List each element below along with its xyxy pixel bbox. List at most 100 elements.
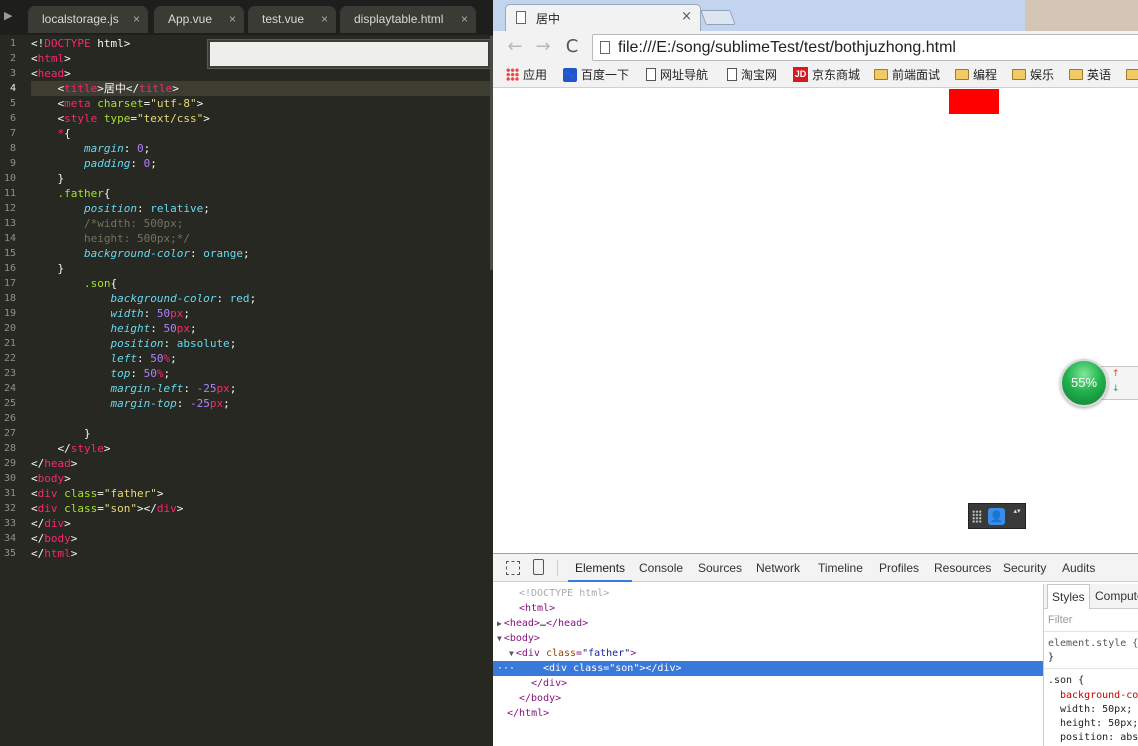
code-line[interactable]: } bbox=[31, 261, 493, 276]
code-line[interactable]: <div class="son"></div> bbox=[31, 501, 493, 516]
chevron-up-down-icon[interactable]: ▴▾ bbox=[1012, 506, 1022, 516]
close-icon[interactable]: × bbox=[461, 6, 468, 33]
code-line[interactable]: width: 50px; bbox=[31, 306, 493, 321]
devtools-tab-audits[interactable]: Audits bbox=[1062, 554, 1095, 582]
dom-node[interactable]: ▼ <div class="father"> bbox=[493, 646, 1043, 661]
devtools-tab-resources[interactable]: Resources bbox=[934, 554, 991, 582]
bookmark-taobao[interactable]: 淘宝网 bbox=[727, 66, 777, 85]
code-line[interactable]: </head> bbox=[31, 456, 493, 471]
new-tab-button[interactable] bbox=[700, 10, 736, 25]
code-line[interactable]: height: 500px;*/ bbox=[31, 231, 493, 246]
devtools-tab-network[interactable]: Network bbox=[756, 554, 800, 582]
bookmark-folder-more[interactable] bbox=[1126, 66, 1138, 85]
style-property[interactable]: width: 50px; bbox=[1060, 704, 1132, 715]
reload-icon[interactable]: C bbox=[560, 35, 584, 59]
code-line[interactable]: .son{ bbox=[31, 276, 493, 291]
code-line[interactable]: </html> bbox=[31, 546, 493, 561]
devtools-tab-elements[interactable]: Elements bbox=[568, 554, 633, 582]
url-input[interactable] bbox=[618, 37, 1138, 59]
input-method-bar[interactable]: 👤 ▴▾ bbox=[968, 503, 1026, 529]
page-viewport[interactable]: 55% ↑ ↓ 👤 ▴▾ bbox=[493, 89, 1138, 553]
style-property[interactable]: background-color: red; bbox=[1060, 690, 1138, 701]
dom-node[interactable]: </html> bbox=[493, 706, 1043, 721]
minimap-viewport[interactable] bbox=[210, 42, 488, 66]
back-arrow-icon[interactable]: ← bbox=[503, 35, 527, 59]
code-line[interactable]: <body> bbox=[31, 471, 493, 486]
network-speed-widget[interactable]: 55% ↑ ↓ bbox=[1060, 359, 1138, 407]
code-line[interactable]: *{ bbox=[31, 126, 493, 141]
dom-node[interactable]: </body> bbox=[493, 691, 1043, 706]
style-property[interactable]: height: 50px; bbox=[1060, 718, 1138, 729]
bookmark-url-nav[interactable]: 网址导航 bbox=[646, 66, 708, 85]
device-mode-icon[interactable] bbox=[533, 559, 544, 575]
close-icon[interactable]: × bbox=[321, 6, 328, 33]
styles-tab[interactable]: Styles bbox=[1047, 584, 1090, 609]
dom-node[interactable]: <html> bbox=[493, 601, 1043, 616]
dom-node[interactable]: ▶ <head>…</head> bbox=[493, 616, 1043, 631]
son-rule-selector[interactable]: .son { bbox=[1048, 675, 1084, 686]
code-line[interactable]: /*width: 500px; bbox=[31, 216, 493, 231]
devtools-tab-timeline[interactable]: Timeline bbox=[818, 554, 863, 582]
minimap[interactable] bbox=[207, 39, 491, 69]
bookmark-folder-programming[interactable]: 编程 bbox=[955, 66, 997, 85]
code-line[interactable]: <title>居中</title> bbox=[31, 81, 493, 96]
code-line[interactable]: left: 50%; bbox=[31, 351, 493, 366]
code-line[interactable]: background-color: orange; bbox=[31, 246, 493, 261]
element-style-rule[interactable]: element.style { bbox=[1048, 638, 1138, 649]
code-line[interactable]: </body> bbox=[31, 531, 493, 546]
dom-node[interactable]: ▼ <body> bbox=[493, 631, 1043, 646]
speed-percent-ball[interactable]: 55% bbox=[1060, 359, 1108, 407]
editor-tab-app-vue[interactable]: App.vue × bbox=[154, 6, 244, 33]
code-line[interactable]: position: absolute; bbox=[31, 336, 493, 351]
expand-triangle-icon[interactable]: ▶ bbox=[497, 619, 502, 628]
close-tab-icon[interactable]: × bbox=[681, 9, 692, 24]
styles-filter-input[interactable]: Filter bbox=[1048, 614, 1072, 626]
collapse-triangle-icon[interactable]: ▼ bbox=[509, 649, 514, 658]
code-line[interactable]: </div> bbox=[31, 516, 493, 531]
code-line[interactable]: margin: 0; bbox=[31, 141, 493, 156]
devtools-tab-sources[interactable]: Sources bbox=[698, 554, 742, 582]
devtools-tab-profiles[interactable]: Profiles bbox=[879, 554, 919, 582]
code-line[interactable] bbox=[31, 411, 493, 426]
code-line[interactable]: </style> bbox=[31, 441, 493, 456]
code-area[interactable]: <!DOCTYPE html> <html> <head> <title>居中</t… bbox=[31, 36, 493, 561]
close-icon[interactable]: × bbox=[229, 6, 236, 33]
more-options-icon[interactable]: ··· bbox=[497, 661, 515, 676]
bookmark-folder-english[interactable]: 英语 bbox=[1069, 66, 1111, 85]
style-property[interactable]: position: absolute; bbox=[1060, 732, 1138, 743]
close-icon[interactable]: × bbox=[133, 6, 140, 33]
code-line[interactable]: margin-top: -25px; bbox=[31, 396, 493, 411]
devtools-tab-security[interactable]: Security bbox=[1003, 554, 1046, 582]
address-bar[interactable] bbox=[592, 34, 1138, 61]
code-line[interactable]: top: 50%; bbox=[31, 366, 493, 381]
forward-arrow-icon[interactable]: → bbox=[531, 35, 555, 59]
dom-node[interactable]: <!DOCTYPE html> bbox=[493, 586, 1043, 601]
grip-icon[interactable] bbox=[972, 510, 982, 523]
code-line[interactable]: background-color: red; bbox=[31, 291, 493, 306]
code-line[interactable]: } bbox=[31, 171, 493, 186]
dom-node-selected[interactable]: ··· <div class="son"></div> bbox=[493, 661, 1043, 676]
bookmark-jd[interactable]: JD 京东商城 bbox=[793, 66, 860, 85]
code-line[interactable]: .father{ bbox=[31, 186, 493, 201]
code-line[interactable]: <div class="father"> bbox=[31, 486, 493, 501]
editor-tab-displaytable[interactable]: displaytable.html × bbox=[340, 6, 476, 33]
browser-tab-active[interactable]: 居中 × bbox=[505, 4, 701, 31]
code-line[interactable]: padding: 0; bbox=[31, 156, 493, 171]
inspect-element-icon[interactable] bbox=[506, 561, 520, 575]
code-line[interactable]: <style type="text/css"> bbox=[31, 111, 493, 126]
bookmark-apps[interactable]: 应用 bbox=[506, 66, 547, 85]
user-icon[interactable]: 👤 bbox=[988, 508, 1005, 525]
bookmark-folder-frontend[interactable]: 前端面试 bbox=[874, 66, 940, 85]
devtools-tab-console[interactable]: Console bbox=[639, 554, 683, 582]
code-line[interactable]: <meta charset="utf-8"> bbox=[31, 96, 493, 111]
code-line[interactable]: margin-left: -25px; bbox=[31, 381, 493, 396]
computed-tab[interactable]: Computed bbox=[1095, 584, 1138, 609]
code-line[interactable]: position: relative; bbox=[31, 201, 493, 216]
collapse-triangle-icon[interactable]: ▼ bbox=[497, 634, 502, 643]
code-line[interactable]: } bbox=[31, 426, 493, 441]
bookmark-folder-entertainment[interactable]: 娱乐 bbox=[1012, 66, 1054, 85]
sidebar-toggle-icon[interactable]: ▶ bbox=[4, 9, 12, 22]
dom-node[interactable]: </div> bbox=[493, 676, 1043, 691]
code-line[interactable]: height: 50px; bbox=[31, 321, 493, 336]
bookmark-baidu[interactable]: 🐾 百度一下 bbox=[563, 66, 629, 85]
